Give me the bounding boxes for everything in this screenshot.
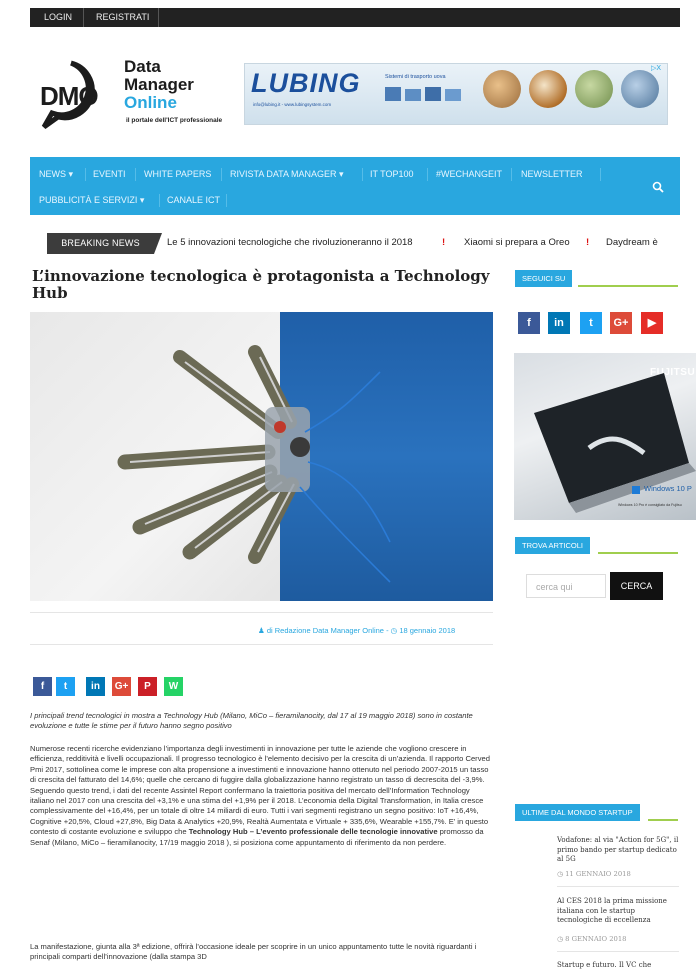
article-paragraph: La manifestazione, giunta alla 3ª edizio… [30, 942, 477, 962]
startup-item-title[interactable]: Startup e futuro. Il VC che [557, 961, 679, 971]
nav-item-eventi[interactable]: EVENTI [93, 169, 126, 179]
divider [557, 951, 679, 952]
ticker-separator: ! [586, 237, 590, 248]
startup-item-date: ◷ 8 GENNAIO 2018 [557, 935, 627, 943]
ticker-item[interactable]: Le 5 innovazioni tecnologiche che rivolu… [167, 237, 413, 248]
ticker-separator: ! [442, 237, 446, 248]
banner-brand: LUBING [251, 68, 361, 98]
widget-title-follow: SEGUICI SU [515, 270, 573, 287]
widget-title-search: TROVA ARTICOLI [515, 537, 590, 554]
laptop-image [534, 373, 696, 513]
ad-small-text: Windows 10 Pro è consigliato da Fujitsu [618, 503, 682, 507]
nav-item-news[interactable]: NEWS ▾ [39, 169, 73, 180]
divider [30, 644, 493, 645]
article-hero-image [30, 312, 493, 601]
logo-line-data: Data [124, 57, 161, 76]
googleplus-icon[interactable]: G+ [610, 312, 632, 334]
divider [557, 886, 679, 887]
clock-icon: ◷ [557, 935, 563, 943]
logo-letters: DMO [40, 81, 99, 111]
search-icon[interactable] [652, 181, 664, 193]
technology-hub-link: Technology Hub – L’evento professionale … [188, 827, 438, 837]
breaking-news-label: BREAKING NEWS [47, 233, 154, 254]
logo-line-online: Online [124, 93, 177, 112]
topbar-divider [83, 8, 84, 27]
widget-title-startup: ULTIME DAL MONDO STARTUP [515, 804, 640, 821]
chevron-down-icon: ▾ [68, 169, 74, 179]
linkedin-icon[interactable]: in [548, 312, 570, 334]
nav-item-canale-ict[interactable]: CANALE ICT [167, 195, 220, 205]
banner-chicken-image [529, 70, 567, 108]
share-linkedin-icon[interactable]: in [86, 677, 105, 696]
robot-hand-image [117, 345, 391, 583]
ticker-item[interactable]: Daydream è [606, 237, 658, 248]
facebook-icon[interactable]: f [518, 312, 540, 334]
article-paragraph: Numerose recenti ricerche evidenziano l’… [30, 744, 490, 847]
adchoices-icon[interactable]: ▷X [651, 64, 661, 72]
chevron-down-icon: ▾ [139, 195, 145, 205]
logo-tagline: il portale dell'ICT professionale [126, 117, 223, 124]
share-facebook-icon[interactable]: f [33, 677, 52, 696]
banner-ad[interactable]: LUBING info@lubing.it - www.lubingsystem… [244, 63, 668, 125]
site-logo[interactable]: DMO Data Manager Online il portale dell'… [38, 55, 248, 137]
logo-line-manager: Manager [124, 75, 194, 94]
nav-item-wechangeit[interactable]: #WECHANGEIT [436, 169, 502, 179]
ad-windows-text: Windows 10 P [644, 484, 692, 493]
byline-date: 18 gennaio 2018 [399, 626, 456, 635]
startup-item-date: ◷ 11 GENNAIO 2018 [557, 870, 631, 878]
youtube-icon[interactable]: ▶ [641, 312, 663, 334]
top-bar: LOGIN REGISTRATI [30, 8, 680, 27]
banner-farm-image [575, 70, 613, 108]
article-title: L’innovazione tecnologica è protagonista… [32, 267, 490, 302]
startup-item-title[interactable]: Vodafone: al via "Action for 5G", il pri… [557, 836, 679, 865]
search-button[interactable]: CERCA [610, 572, 663, 600]
breaking-news-bar: BREAKING NEWS Le 5 innovazioni tecnologi… [30, 233, 680, 254]
share-twitter-icon[interactable]: t [56, 677, 75, 696]
user-icon: ♟ [258, 626, 265, 635]
widget-title-line [648, 819, 678, 821]
clock-icon: ◷ [557, 870, 563, 878]
byline-author[interactable]: di Redazione Data Manager Online [267, 626, 384, 635]
article-byline: ♟ di Redazione Data Manager Online - ◷ 1… [258, 626, 456, 635]
windows-logo-icon [632, 486, 640, 494]
topbar-divider [158, 8, 159, 27]
banner-egg-image [483, 70, 521, 108]
ticker-item[interactable]: Xiaomi si prepara a Oreo [464, 237, 570, 248]
share-pinterest-icon[interactable]: P [138, 677, 157, 696]
nav-item-pubblicita[interactable]: PUBBLICITÀ E SERVIZI ▾ [39, 195, 144, 206]
startup-item-title[interactable]: Al CES 2018 la prima missione italiana c… [557, 897, 679, 926]
banner-tagline: Sistemi di trasporto uova [385, 74, 446, 80]
article-lead: I principali trend tecnologici in mostra… [30, 711, 473, 731]
banner-equipment-image [621, 70, 659, 108]
main-nav: NEWS ▾ EVENTI WHITE PAPERS RIVISTA DATA … [30, 157, 680, 215]
nav-item-it-top100[interactable]: IT TOP100 [370, 169, 414, 179]
register-link[interactable]: REGISTRATI [88, 8, 157, 27]
widget-title-line [598, 552, 678, 554]
clock-icon: ◷ [390, 626, 398, 635]
nav-item-newsletter[interactable]: NEWSLETTER [521, 169, 583, 179]
share-googleplus-icon[interactable]: G+ [112, 677, 131, 696]
nav-item-white-papers[interactable]: WHITE PAPERS [144, 169, 211, 179]
chevron-down-icon: ▾ [339, 169, 344, 179]
nav-item-rivista[interactable]: RIVISTA DATA MANAGER ▾ [230, 169, 344, 180]
banner-contact: info@lubing.it - www.lubingsystem.com [253, 102, 332, 107]
banner-conveyor-images [385, 85, 461, 103]
divider [30, 612, 493, 613]
search-input[interactable]: cerca qui [526, 574, 606, 598]
share-whatsapp-icon[interactable]: W [164, 677, 183, 696]
twitter-icon[interactable]: t [580, 312, 602, 334]
login-link[interactable]: LOGIN [36, 8, 80, 27]
sidebar-ad[interactable]: FUJITSU Windows 10 P Windows 10 Pro è co… [514, 353, 696, 520]
widget-title-line [578, 285, 678, 287]
